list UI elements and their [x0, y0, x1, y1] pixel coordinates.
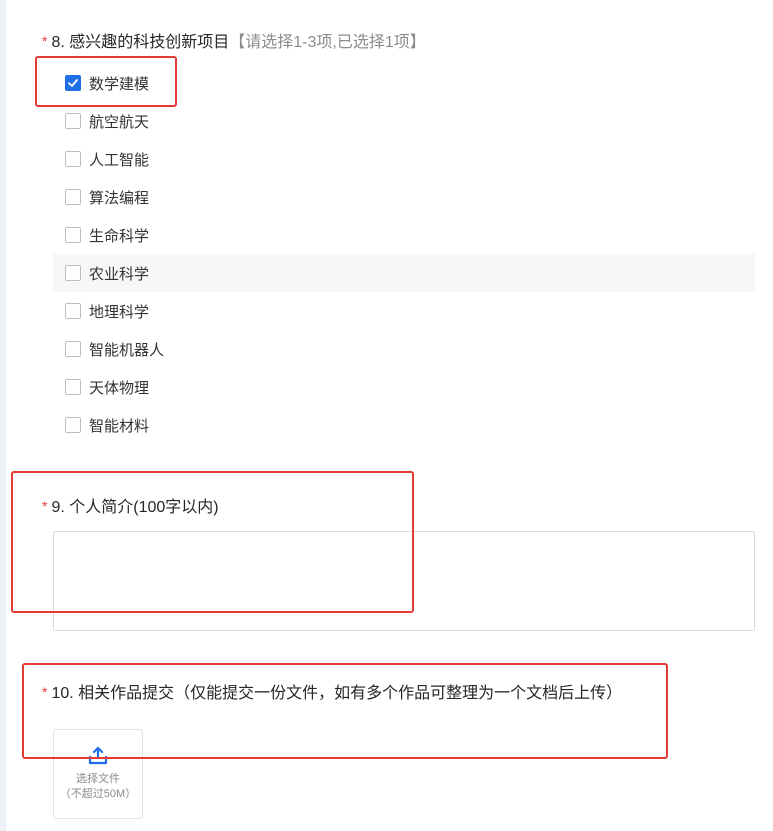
option-algorithm-programming[interactable]: 算法编程: [53, 178, 755, 216]
question-8-hint: 【请选择1-3项,已选择1项】: [229, 34, 426, 51]
option-label: 人工智能: [89, 151, 150, 169]
question-10-title: * 10. 相关作品提交（仅能提交一份文件，如有多个作品可整理为一个文档后上传）: [42, 683, 622, 704]
option-astrophysics[interactable]: 天体物理: [53, 368, 755, 406]
question-10-text: 10. 相关作品提交（仅能提交一份文件，如有多个作品可整理为一个文档后上传）: [51, 685, 623, 702]
question-9-title: * 9. 个人简介(100字以内): [42, 497, 219, 518]
question-8-text: 8. 感兴趣的科技创新项目: [51, 34, 230, 51]
checkbox-icon[interactable]: [65, 341, 81, 357]
upload-icon: [88, 746, 108, 765]
upload-label: 选择文件: [76, 773, 120, 785]
option-label: 智能机器人: [89, 341, 165, 359]
required-mark: *: [42, 33, 48, 49]
upload-size-limit: （不超过50M）: [59, 788, 137, 800]
option-label: 生命科学: [89, 227, 150, 245]
option-label: 数学建模: [89, 75, 150, 93]
option-label: 航空航天: [89, 113, 150, 131]
option-agricultural-science[interactable]: 农业科学: [53, 254, 755, 292]
option-smart-materials[interactable]: 智能材料: [53, 406, 755, 444]
checkbox-icon[interactable]: [65, 265, 81, 281]
left-edge-strip: [0, 0, 6, 831]
checkbox-icon[interactable]: [65, 227, 81, 243]
required-mark: *: [42, 498, 48, 514]
option-life-science[interactable]: 生命科学: [53, 216, 755, 254]
checkbox-checked-icon[interactable]: [65, 75, 81, 91]
option-aerospace[interactable]: 航空航天: [53, 102, 755, 140]
option-label: 算法编程: [89, 189, 150, 207]
option-label: 智能材料: [89, 417, 150, 435]
question-9-text: 9. 个人简介(100字以内): [51, 499, 219, 516]
option-artificial-intelligence[interactable]: 人工智能: [53, 140, 755, 178]
checkbox-icon[interactable]: [65, 151, 81, 167]
question-8-title: * 8. 感兴趣的科技创新项目【请选择1-3项,已选择1项】: [42, 32, 426, 53]
option-math-modeling[interactable]: 数学建模: [53, 64, 755, 102]
question-8-options: 数学建模 航空航天 人工智能 算法编程 生命科学 农业科学 地理科学 智能机器人…: [53, 64, 755, 444]
file-upload-button[interactable]: 选择文件 （不超过50M）: [53, 729, 143, 819]
checkbox-icon[interactable]: [65, 189, 81, 205]
checkbox-icon[interactable]: [65, 113, 81, 129]
option-label: 地理科学: [89, 303, 150, 321]
option-label: 农业科学: [89, 265, 150, 283]
checkbox-icon[interactable]: [65, 417, 81, 433]
personal-intro-textarea[interactable]: [53, 531, 755, 631]
required-mark: *: [42, 684, 48, 700]
option-intelligent-robot[interactable]: 智能机器人: [53, 330, 755, 368]
option-geography-science[interactable]: 地理科学: [53, 292, 755, 330]
checkbox-icon[interactable]: [65, 303, 81, 319]
option-label: 天体物理: [89, 379, 150, 397]
checkbox-icon[interactable]: [65, 379, 81, 395]
